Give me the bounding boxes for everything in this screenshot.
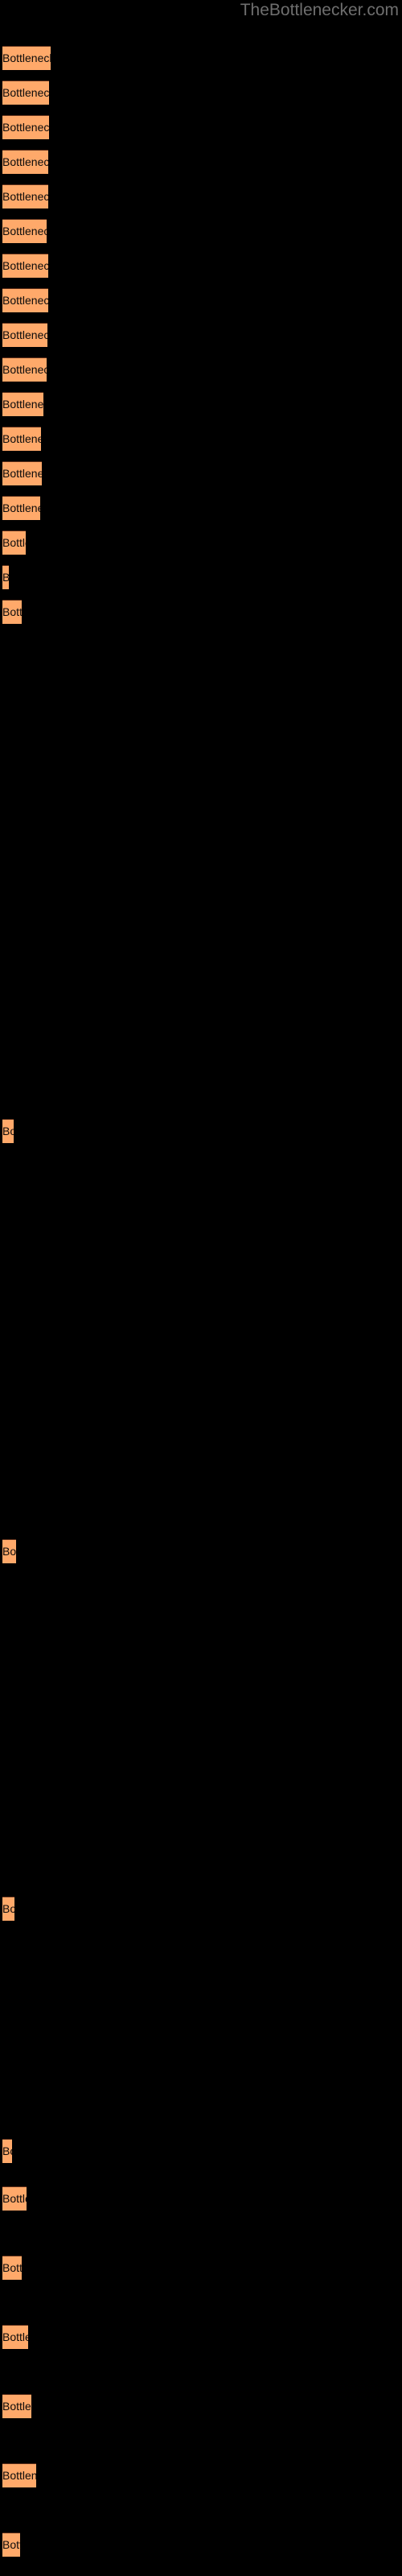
bar[interactable] [2, 565, 9, 589]
bar-clip: Bottleneck result [0, 1897, 14, 1922]
bar-row: Bottleneck result [0, 2394, 402, 2419]
site-watermark: TheBottlenecker.com [240, 1, 399, 19]
bar-clip: Bottleneck result [0, 150, 48, 175]
bar-chart: TheBottlenecker.com Bottleneck result Bot… [0, 0, 402, 2576]
bar-clip: Bottleneck result [0, 46, 51, 71]
bar-row: Bottleneck result [0, 2463, 402, 2488]
bar-row: Bottleneck result [0, 2186, 402, 2211]
bar-row: Bottleneck result [0, 150, 402, 175]
bar-clip: Bottleneck result [0, 115, 49, 140]
bar-clip: Bottleneck result [0, 600, 22, 625]
bar-row: Bottleneck result [0, 461, 402, 486]
bar[interactable] [2, 600, 22, 624]
bar-row: Bottleneck result [0, 565, 402, 590]
bar[interactable] [2, 392, 43, 416]
bar[interactable] [2, 2394, 31, 2418]
bar[interactable] [2, 1897, 14, 1921]
bar-clip: Bottleneck result [0, 2186, 27, 2211]
bar-clip: Bottleneck result [0, 184, 48, 209]
bar[interactable] [2, 2325, 28, 2349]
bar-clip: Bottleneck result [0, 2394, 31, 2419]
bar[interactable] [2, 2463, 36, 2487]
bar[interactable] [2, 2139, 12, 2163]
bar-clip: Bottleneck result [0, 80, 49, 105]
bar-clip: Bottleneck result [0, 2463, 36, 2488]
bar-clip: Bottleneck result [0, 461, 42, 486]
bar-clip: Bottleneck result [0, 427, 41, 452]
bar[interactable] [2, 2533, 20, 2557]
bar[interactable] [2, 254, 48, 278]
bar[interactable] [2, 80, 49, 105]
bar-row: Bottleneck result [0, 600, 402, 625]
bar-row: Bottleneck result [0, 392, 402, 417]
bar-row: Bottleneck result [0, 1119, 402, 1144]
bar-clip: Bottleneck result [0, 2325, 28, 2350]
bar[interactable] [2, 115, 49, 139]
bar-row: Bottleneck result [0, 2533, 402, 2557]
bar[interactable] [2, 1539, 16, 1563]
bar[interactable] [2, 1119, 14, 1143]
bar-clip: Bottleneck result [0, 2256, 22, 2281]
bar-clip: Bottleneck result [0, 565, 9, 590]
bar[interactable] [2, 219, 47, 243]
bar[interactable] [2, 46, 51, 70]
bar-clip: Bottleneck result [0, 392, 43, 417]
bar-row: Bottleneck result [0, 46, 402, 71]
bar[interactable] [2, 288, 48, 312]
bar-clip: Bottleneck result [0, 530, 26, 555]
bar[interactable] [2, 323, 47, 347]
bar-row: Bottleneck result [0, 1539, 402, 1564]
bar-row: Bottleneck result [0, 427, 402, 452]
bar-clip: Bottleneck result [0, 254, 48, 279]
bar-clip: Bottleneck result [0, 323, 47, 348]
bar-row: Bottleneck result [0, 219, 402, 244]
bar[interactable] [2, 2186, 27, 2211]
bar-clip: Bottleneck result [0, 496, 40, 521]
bar-row: Bottleneck result [0, 115, 402, 140]
bar-row: Bottleneck result [0, 80, 402, 105]
bar-clip: Bottleneck result [0, 288, 48, 313]
bar-clip: Bottleneck result [0, 357, 47, 382]
bar-row: Bottleneck result [0, 323, 402, 348]
bar[interactable] [2, 184, 48, 208]
bar-row: Bottleneck result [0, 254, 402, 279]
bar-row: Bottleneck result [0, 496, 402, 521]
bar-row: Bottleneck result [0, 1897, 402, 1922]
bar-row: Bottleneck result [0, 184, 402, 209]
bar-clip: Bottleneck result [0, 1119, 14, 1144]
bar-row: Bottleneck result [0, 357, 402, 382]
bar[interactable] [2, 357, 47, 382]
bar-clip: Bottleneck result [0, 2533, 20, 2557]
bar[interactable] [2, 496, 40, 520]
bar-row: Bottleneck result [0, 530, 402, 555]
bar-clip: Bottleneck result [0, 2139, 12, 2164]
bar-row: Bottleneck result [0, 2139, 402, 2164]
bar[interactable] [2, 150, 48, 174]
bar-row: Bottleneck result [0, 2256, 402, 2281]
bar-clip: Bottleneck result [0, 219, 47, 244]
bar[interactable] [2, 530, 26, 555]
bar[interactable] [2, 2256, 22, 2280]
bar-clip: Bottleneck result [0, 1539, 16, 1564]
bar[interactable] [2, 427, 41, 451]
bar-row: Bottleneck result [0, 288, 402, 313]
bar[interactable] [2, 461, 42, 485]
bar-row: Bottleneck result [0, 2325, 402, 2350]
